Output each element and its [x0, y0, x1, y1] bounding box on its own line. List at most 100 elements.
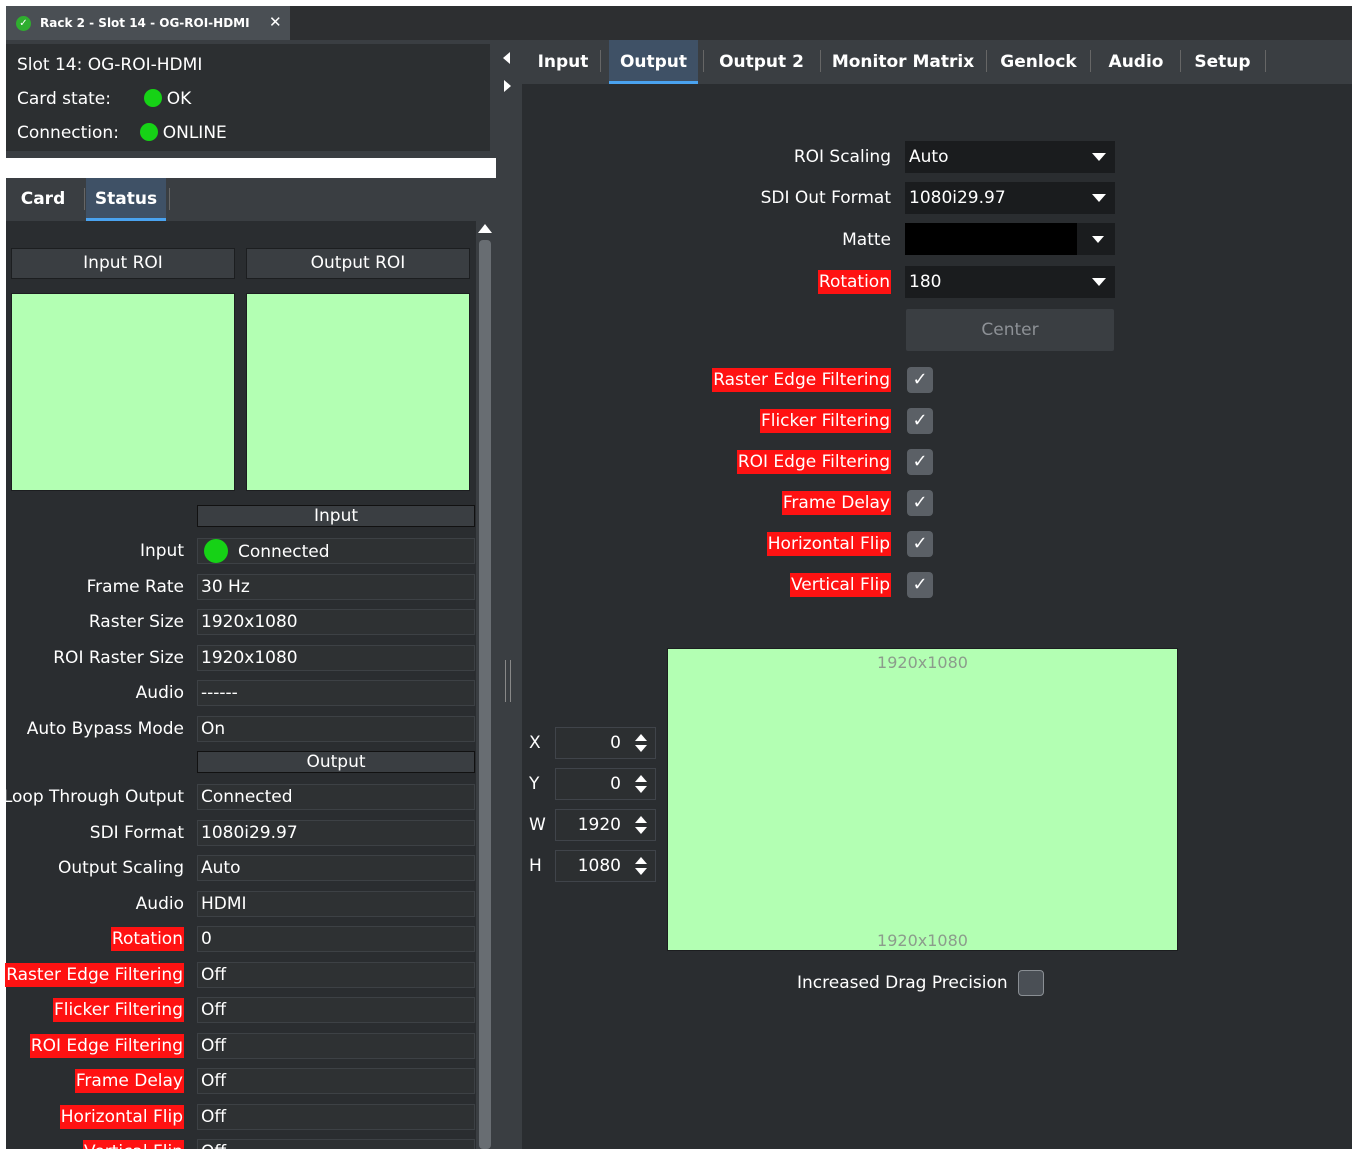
close-icon[interactable]: ✕ — [269, 13, 282, 31]
status-row-value: Auto — [197, 855, 475, 881]
status-row-label: Output Scaling — [57, 858, 184, 878]
status-scrollbar-thumb[interactable] — [479, 240, 491, 1149]
tab-divider — [986, 50, 987, 72]
spin-down-icon[interactable] — [635, 868, 647, 875]
chevron-down-icon — [1092, 194, 1106, 202]
status-row-value: Connected — [197, 784, 475, 810]
spin-up-icon[interactable] — [635, 816, 647, 823]
check-row-checkbox[interactable]: ✓ — [907, 449, 933, 475]
status-row-value: 1920x1080 — [197, 609, 475, 635]
card-state-label: Card state: — [17, 89, 111, 109]
tab-output-2[interactable]: Output 2 — [710, 40, 813, 84]
status-row-label: Flicker Filtering — [52, 998, 184, 1022]
rotation-value: 180 — [909, 272, 942, 292]
check-row-checkbox[interactable]: ✓ — [907, 367, 933, 393]
status-row-value: ------ — [197, 680, 475, 706]
connection-label: Connection: — [17, 123, 119, 143]
input-connected-value: Connected — [238, 542, 330, 562]
status-row-label: Frame Rate — [86, 576, 184, 597]
spin-down-icon[interactable] — [635, 827, 647, 834]
tab-divider — [600, 50, 601, 72]
center-button[interactable]: Center — [906, 309, 1114, 351]
status-row-label: Frame Delay — [74, 1069, 184, 1093]
status-row-label: Loop Through Output — [2, 787, 184, 807]
status-row-label: Raster Edge Filtering — [5, 962, 184, 987]
input-roi-preview — [11, 293, 235, 491]
document-tab[interactable]: ✓ Rack 2 - Slot 14 - OG-ROI-HDMI ✕ — [6, 6, 290, 40]
matte-color-swatch[interactable] — [905, 223, 1077, 255]
tab-output[interactable]: Output — [609, 40, 698, 84]
spin-up-icon[interactable] — [635, 857, 647, 864]
tab-divider — [84, 188, 85, 210]
tab-monitor-matrix[interactable]: Monitor Matrix — [830, 40, 976, 84]
status-row-label: Raster Size — [88, 612, 184, 632]
card-info-panel: Slot 14: OG-ROI-HDMI Card state: OK Conn… — [6, 44, 490, 151]
scroll-up-arrow-icon[interactable] — [478, 224, 492, 233]
check-row-checkbox[interactable]: ✓ — [907, 408, 933, 434]
collapse-left-icon[interactable] — [503, 52, 510, 64]
tab-input[interactable]: Input — [527, 40, 599, 84]
geometry-value: 0 — [610, 774, 621, 794]
tab-status[interactable]: Status — [86, 178, 166, 221]
geometry-spinbox[interactable]: 1920 — [555, 809, 656, 841]
pane-splitter[interactable] — [496, 40, 522, 1149]
check-row-checkbox[interactable]: ✓ — [907, 490, 933, 516]
card-state-value: OK — [166, 89, 192, 109]
drag-precision-checkbox[interactable] — [1018, 970, 1044, 996]
output-section-header: Output — [197, 751, 475, 773]
input-connected-led-icon — [204, 539, 228, 563]
status-row-label: Vertical Flip — [82, 1140, 184, 1149]
status-row-value: Off — [197, 1103, 475, 1130]
status-row-value: HDMI — [197, 890, 475, 917]
tab-setup[interactable]: Setup — [1190, 40, 1255, 84]
geometry-value: 0 — [610, 733, 621, 753]
input-section-header: Input — [197, 505, 475, 527]
rotation-select[interactable]: 180 — [905, 266, 1115, 298]
card-state-row: Card state: OK — [17, 89, 191, 109]
roi-scaling-label: ROI Scaling — [793, 147, 891, 167]
status-row-label: Rotation — [110, 927, 184, 951]
document-tab-title: Rack 2 - Slot 14 - OG-ROI-HDMI — [40, 16, 250, 30]
geometry-spinbox[interactable]: 0 — [555, 727, 656, 759]
status-row-label: Audio — [135, 893, 184, 914]
check-row-label: Raster Edge Filtering — [712, 368, 891, 392]
tab-divider — [1090, 50, 1091, 72]
card-state-led-icon — [143, 89, 162, 107]
tab-card[interactable]: Card — [6, 178, 80, 221]
status-row-label: ROI Raster Size — [53, 647, 184, 668]
sdi-out-format-select[interactable]: 1080i29.97 — [905, 182, 1115, 214]
status-row-value: On — [197, 715, 475, 742]
tab-audio[interactable]: Audio — [1101, 40, 1171, 84]
status-row-value: Off — [197, 961, 475, 988]
check-row-checkbox[interactable]: ✓ — [907, 531, 933, 557]
spin-down-icon[interactable] — [635, 786, 647, 793]
sdi-out-format-label: SDI Out Format — [760, 188, 891, 208]
tab-divider — [169, 188, 170, 210]
check-row-label: Vertical Flip — [789, 573, 891, 597]
preview-bottom-resolution: 1920x1080 — [877, 931, 968, 950]
connection-value: ONLINE — [162, 123, 227, 143]
geometry-value: 1080 — [577, 856, 621, 876]
status-row-value: 1920x1080 — [197, 644, 475, 671]
chevron-down-icon — [1092, 153, 1106, 161]
geometry-spinbox[interactable]: 1080 — [555, 850, 656, 882]
roi-output-preview[interactable]: 1920x1080 1920x1080 — [667, 648, 1178, 951]
status-row-value: Off — [197, 1068, 475, 1094]
drag-precision-label: Increased Drag Precision — [797, 973, 1008, 993]
status-row-label: ROI Edge Filtering — [29, 1033, 184, 1058]
sdi-out-format-value: 1080i29.97 — [909, 188, 1006, 208]
roi-scaling-select[interactable]: Auto — [905, 141, 1115, 173]
expand-right-icon[interactable] — [504, 80, 511, 92]
spin-down-icon[interactable] — [635, 745, 647, 752]
tab-genlock[interactable]: Genlock — [996, 40, 1081, 84]
geometry-label: H — [529, 856, 542, 876]
preview-top-resolution: 1920x1080 — [877, 653, 968, 672]
geometry-spinbox[interactable]: 0 — [555, 768, 656, 800]
spin-up-icon[interactable] — [635, 734, 647, 741]
connection-led-icon — [139, 123, 158, 141]
check-row-checkbox[interactable]: ✓ — [907, 572, 933, 598]
spin-up-icon[interactable] — [635, 775, 647, 782]
check-row-label: Flicker Filtering — [759, 409, 891, 433]
status-row-value: 30 Hz — [197, 573, 475, 600]
splitter-grip-icon[interactable] — [505, 660, 511, 702]
